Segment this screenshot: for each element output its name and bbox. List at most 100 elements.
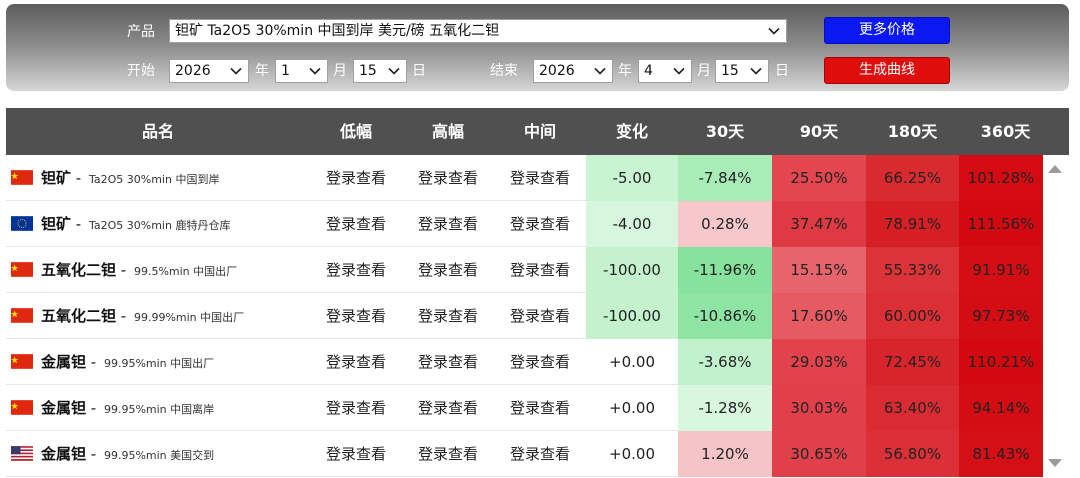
change-value: +0.00	[609, 399, 655, 417]
d30-value: 0.28%	[678, 201, 772, 247]
table-row[interactable]: 钽矿 - Ta2O5 30%min 鹿特丹仓库 登录查看 登录查看 登录查看 -…	[6, 201, 1043, 247]
high-login-link[interactable]: 登录查看	[402, 431, 494, 477]
low-login-link[interactable]: 登录查看	[310, 431, 402, 477]
start-month-select[interactable]: 1	[275, 59, 328, 83]
start-year-value: 2026	[175, 63, 211, 79]
product-spec: 99.95%min 美国交到	[103, 449, 215, 462]
low-login-link[interactable]: 登录查看	[310, 201, 402, 247]
d90-value: 25.50%	[772, 155, 866, 201]
mid-login-link[interactable]: 登录查看	[494, 339, 586, 385]
product-label: 产品	[127, 24, 155, 40]
d90-value: 17.60%	[772, 293, 866, 339]
china-flag-icon	[11, 308, 33, 323]
more-prices-button[interactable]: 更多价格	[824, 17, 950, 44]
d360-value: 101.28%	[959, 155, 1043, 201]
header-mid: 中间	[523, 122, 556, 141]
d90-value: 29.03%	[772, 339, 866, 385]
low-login-link[interactable]: 登录查看	[310, 155, 402, 201]
header-90d: 90天	[799, 122, 839, 141]
start-month-unit: 月	[333, 63, 347, 79]
high-login-link[interactable]: 登录查看	[402, 339, 494, 385]
table-row[interactable]: 金属钽 - 99.95%min 美国交到 登录查看 登录查看 登录查看 +0.0…	[6, 431, 1043, 477]
d30-value: -10.86%	[678, 293, 772, 339]
scroll-up-arrow-icon[interactable]	[1045, 162, 1065, 176]
product-name: 五氧化二钽	[41, 307, 117, 325]
mid-login-link[interactable]: 登录查看	[494, 293, 586, 339]
d30-value: -3.68%	[678, 339, 772, 385]
change-value: -4.00	[586, 201, 678, 247]
d90-value: 15.15%	[772, 247, 866, 293]
end-day-select[interactable]: 15	[715, 59, 769, 83]
low-login-link[interactable]: 登录查看	[310, 293, 402, 339]
chevron-down-icon	[388, 67, 400, 75]
end-day-unit: 日	[775, 63, 789, 79]
header-name: 品名	[141, 122, 174, 141]
control-panel: 产品 钽矿 Ta2O5 30%min 中国到岸 美元/磅 五氧化二钽 更多价格 …	[6, 4, 1069, 91]
start-year-unit: 年	[255, 63, 269, 79]
low-login-link[interactable]: 登录查看	[310, 339, 402, 385]
china-flag-icon	[11, 262, 33, 277]
header-low: 低幅	[339, 122, 372, 141]
product-spec: Ta2O5 30%min 鹿特丹仓库	[88, 219, 231, 232]
header-180d: 180天	[887, 122, 938, 141]
generate-curve-button[interactable]: 生成曲线	[824, 57, 950, 84]
low-login-link[interactable]: 登录查看	[310, 385, 402, 431]
eu-flag-icon	[11, 216, 33, 231]
d180-value: 72.45%	[866, 339, 959, 385]
d180-value: 78.91%	[866, 201, 959, 247]
scroll-down-arrow-icon[interactable]	[1045, 456, 1065, 470]
d30-value: -1.28%	[678, 385, 772, 431]
start-label: 开始	[127, 63, 155, 79]
high-login-link[interactable]: 登录查看	[402, 385, 494, 431]
end-year-select[interactable]: 2026	[533, 59, 613, 83]
product-name-cell: 钽矿 - Ta2O5 30%min 中国到岸	[6, 155, 310, 201]
table-row[interactable]: 钽矿 - Ta2O5 30%min 中国到岸 登录查看 登录查看 登录查看 -5…	[6, 155, 1043, 201]
product-spec: 99.95%min 中国离岸	[103, 403, 215, 416]
d90-value: 30.03%	[772, 385, 866, 431]
mid-login-link[interactable]: 登录查看	[494, 431, 586, 477]
high-login-link[interactable]: 登录查看	[402, 247, 494, 293]
table-row[interactable]: 五氧化二钽 - 99.5%min 中国出厂 登录查看 登录查看 登录查看 -10…	[6, 247, 1043, 293]
d360-value: 81.43%	[959, 431, 1043, 477]
chevron-down-icon	[594, 67, 606, 75]
d180-value: 55.33%	[866, 247, 959, 293]
china-flag-icon	[11, 354, 33, 369]
high-login-link[interactable]: 登录查看	[402, 201, 494, 247]
start-day-select[interactable]: 15	[353, 59, 407, 83]
product-spec: 99.99%min 中国出厂	[133, 311, 245, 324]
table-row[interactable]: 金属钽 - 99.95%min 中国出厂 登录查看 登录查看 登录查看 +0.0…	[6, 339, 1043, 385]
d90-value: 30.65%	[772, 431, 866, 477]
mid-login-link[interactable]: 登录查看	[494, 247, 586, 293]
product-name-cell: 金属钽 - 99.95%min 美国交到	[6, 431, 310, 477]
high-login-link[interactable]: 登录查看	[402, 293, 494, 339]
end-month-select[interactable]: 4	[638, 59, 692, 83]
low-login-link[interactable]: 登录查看	[310, 247, 402, 293]
high-login-link[interactable]: 登录查看	[402, 155, 494, 201]
start-year-select[interactable]: 2026	[169, 59, 249, 83]
change-value: +0.00	[609, 353, 655, 371]
table-row[interactable]: 五氧化二钽 - 99.99%min 中国出厂 登录查看 登录查看 登录查看 -1…	[6, 293, 1043, 339]
d30-value: -7.84%	[678, 155, 772, 201]
d30-value: 1.20%	[678, 431, 772, 477]
product-name-cell: 钽矿 - Ta2O5 30%min 鹿特丹仓库	[6, 201, 310, 247]
header-high: 高幅	[431, 122, 464, 141]
product-name: 金属钽	[41, 353, 87, 371]
d180-value: 60.00%	[866, 293, 959, 339]
product-select[interactable]: 钽矿 Ta2O5 30%min 中国到岸 美元/磅 五氧化二钽	[169, 19, 787, 43]
product-name-cell: 金属钽 - 99.95%min 中国出厂	[6, 339, 310, 385]
end-month-value: 4	[644, 63, 653, 79]
header-30d: 30天	[705, 122, 745, 141]
mid-login-link[interactable]: 登录查看	[494, 201, 586, 247]
product-spec: 99.5%min 中国出厂	[133, 265, 238, 278]
mid-login-link[interactable]: 登录查看	[494, 155, 586, 201]
mid-login-link[interactable]: 登录查看	[494, 385, 586, 431]
table-row[interactable]: 金属钽 - 99.95%min 中国离岸 登录查看 登录查看 登录查看 +0.0…	[6, 385, 1043, 431]
header-change: 变化	[615, 122, 648, 141]
d180-value: 56.80%	[866, 431, 959, 477]
product-name: 五氧化二钽	[41, 261, 117, 279]
start-day-value: 15	[359, 63, 377, 79]
d360-value: 110.21%	[959, 339, 1043, 385]
change-value: +0.00	[609, 445, 655, 463]
header-360d: 360天	[980, 122, 1031, 141]
product-spec: 99.95%min 中国出厂	[103, 357, 215, 370]
